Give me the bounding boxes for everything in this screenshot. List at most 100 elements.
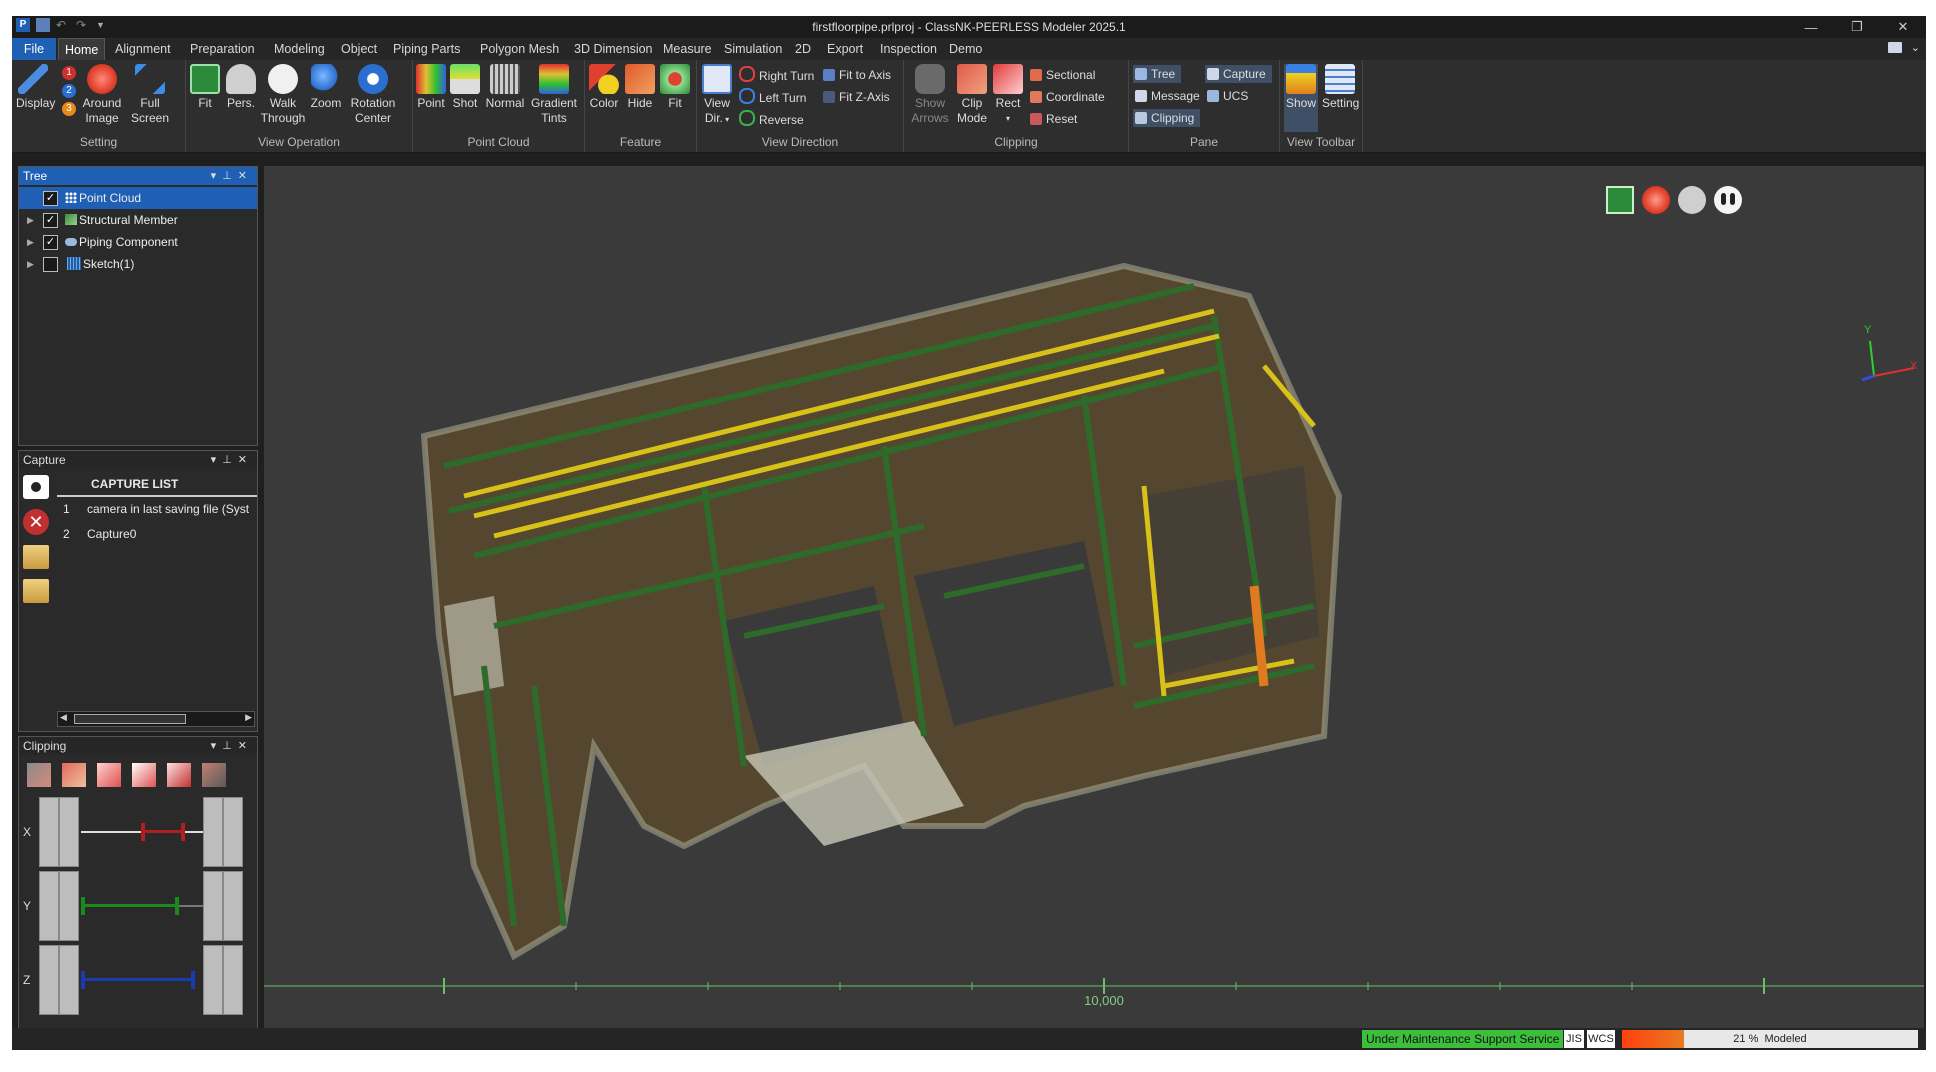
expand-arrow-icon[interactable]: ▶ bbox=[27, 253, 34, 275]
structural-member-checkbox[interactable]: ✓ bbox=[43, 213, 58, 228]
fit-to-axis-button[interactable]: Fit to Axis bbox=[823, 66, 891, 84]
gradient-tints-button[interactable]: Gradient Tints bbox=[529, 64, 579, 126]
tab-piping-parts[interactable]: Piping Parts bbox=[387, 38, 466, 60]
sketch-checkbox[interactable] bbox=[43, 257, 58, 272]
tab-polygon-mesh[interactable]: Polygon Mesh bbox=[474, 38, 565, 60]
x-max-fine-handle[interactable] bbox=[223, 797, 243, 867]
y-max-handle[interactable] bbox=[203, 871, 223, 941]
globe-icon[interactable] bbox=[1642, 186, 1670, 214]
fit-button[interactable]: Fit bbox=[190, 64, 220, 111]
wcs-badge[interactable]: WCS bbox=[1587, 1030, 1615, 1048]
fit-view-icon[interactable] bbox=[1606, 186, 1634, 214]
coordinate-button[interactable]: Coordinate bbox=[1030, 88, 1105, 106]
left-turn-button[interactable]: Left Turn bbox=[739, 88, 806, 106]
reset-button[interactable]: Reset bbox=[1030, 110, 1077, 128]
clip-cube-icon[interactable] bbox=[62, 763, 86, 787]
capture-panel-header[interactable]: Capture ▾⊥✕ bbox=[19, 451, 257, 469]
x-range-marker-max[interactable] bbox=[181, 823, 185, 841]
export-capture-icon[interactable] bbox=[23, 579, 49, 603]
perspective-icon[interactable] bbox=[1678, 186, 1706, 214]
x-min-handle[interactable] bbox=[39, 797, 59, 867]
clipping-panel-header[interactable]: Clipping ▾⊥✕ bbox=[19, 737, 257, 755]
tree-item-point-cloud[interactable]: ✓ Point Cloud bbox=[19, 187, 257, 209]
tab-demo[interactable]: Demo bbox=[943, 38, 988, 60]
preset-1-badge[interactable]: 1 bbox=[62, 66, 76, 80]
preset-2-badge[interactable]: 2 bbox=[62, 84, 76, 98]
point-button[interactable]: Point bbox=[415, 64, 447, 111]
close-icon[interactable]: ✕ bbox=[1880, 16, 1926, 38]
tab-home[interactable]: Home bbox=[58, 38, 106, 61]
import-capture-icon[interactable] bbox=[23, 545, 49, 569]
panel-close-icon[interactable]: ✕ bbox=[238, 454, 253, 466]
reverse-button[interactable]: Reverse bbox=[739, 110, 804, 128]
color-button[interactable]: Color bbox=[587, 64, 621, 111]
clip-outside-icon[interactable] bbox=[132, 763, 156, 787]
x-min-fine-handle[interactable] bbox=[59, 797, 79, 867]
mail-icon[interactable] bbox=[1888, 42, 1902, 53]
pin-icon[interactable]: ⊥ bbox=[222, 454, 238, 466]
toolbar-setting-button[interactable]: Setting bbox=[1322, 64, 1359, 111]
panel-menu-icon[interactable]: ▾ bbox=[211, 740, 223, 752]
pane-clipping-toggle[interactable]: Clipping bbox=[1133, 109, 1201, 127]
z-range-marker-max[interactable] bbox=[191, 971, 195, 989]
tab-modeling[interactable]: Modeling bbox=[268, 38, 331, 60]
tab-2d[interactable]: 2D bbox=[789, 38, 817, 60]
view-direction-button[interactable]: View Dir. ▾ bbox=[701, 64, 733, 127]
clip-section-icon[interactable] bbox=[167, 763, 191, 787]
ribbon-collapse-icon[interactable]: ⌄ bbox=[1911, 41, 1920, 54]
tab-file[interactable]: File bbox=[12, 38, 56, 60]
tab-preparation[interactable]: Preparation bbox=[184, 38, 261, 60]
tab-object[interactable]: Object bbox=[335, 38, 383, 60]
tab-alignment[interactable]: Alignment bbox=[109, 38, 177, 60]
show-arrows-button[interactable]: Show Arrows bbox=[908, 64, 952, 126]
camera-icon[interactable] bbox=[23, 475, 49, 499]
clip-inside-icon[interactable] bbox=[97, 763, 121, 787]
zoom-button[interactable]: Zoom bbox=[308, 64, 344, 111]
full-screen-button[interactable]: Full Screen bbox=[128, 64, 172, 126]
x-max-handle[interactable] bbox=[203, 797, 223, 867]
expand-arrow-icon[interactable]: ▶ bbox=[27, 209, 34, 231]
right-turn-button[interactable]: Right Turn bbox=[739, 66, 814, 84]
tab-export[interactable]: Export bbox=[821, 38, 869, 60]
panel-close-icon[interactable]: ✕ bbox=[238, 740, 253, 752]
restore-icon[interactable]: ❐ bbox=[1834, 16, 1880, 38]
y-min-fine-handle[interactable] bbox=[59, 871, 79, 941]
pin-icon[interactable]: ⊥ bbox=[222, 740, 238, 752]
delete-capture-icon[interactable]: ✕ bbox=[23, 509, 49, 535]
tab-measure[interactable]: Measure bbox=[657, 38, 718, 60]
show-toolbar-button[interactable]: Show bbox=[1284, 64, 1318, 132]
point-cloud-view[interactable] bbox=[264, 166, 1924, 1030]
rect-button[interactable]: Rect ▾ bbox=[992, 64, 1024, 126]
3d-viewport[interactable]: 10,000 Y X bbox=[264, 166, 1924, 1030]
around-image-button[interactable]: Around Image bbox=[82, 64, 122, 126]
y-min-handle[interactable] bbox=[39, 871, 59, 941]
scroll-left-icon[interactable]: ◀ bbox=[60, 712, 67, 723]
pane-tree-toggle[interactable]: Tree bbox=[1133, 65, 1182, 83]
jis-badge[interactable]: JIS bbox=[1564, 1030, 1584, 1048]
panel-menu-icon[interactable]: ▾ bbox=[211, 170, 223, 182]
piping-component-checkbox[interactable]: ✓ bbox=[43, 235, 58, 250]
hide-button[interactable]: Hide bbox=[623, 64, 657, 111]
tree-panel-header[interactable]: Tree ▾⊥✕ bbox=[19, 167, 257, 185]
footprints-icon[interactable] bbox=[1714, 186, 1742, 214]
preset-3-badge[interactable]: 3 bbox=[62, 102, 76, 116]
point-cloud-checkbox[interactable]: ✓ bbox=[43, 191, 58, 206]
shot-button[interactable]: Shot bbox=[449, 64, 481, 111]
pane-capture-toggle[interactable]: Capture bbox=[1205, 65, 1272, 83]
clip-box-icon[interactable] bbox=[27, 763, 51, 787]
feature-fit-button[interactable]: Fit bbox=[659, 64, 691, 111]
tab-simulation[interactable]: Simulation bbox=[718, 38, 788, 60]
pane-ucs-toggle[interactable]: UCS bbox=[1205, 87, 1248, 105]
capture-row[interactable]: 1 camera in last saving file (Syst bbox=[57, 497, 257, 522]
display-button[interactable]: Display bbox=[16, 64, 55, 111]
z-max-fine-handle[interactable] bbox=[223, 945, 243, 1015]
fit-z-axis-button[interactable]: Fit Z-Axis bbox=[823, 88, 890, 106]
scroll-thumb[interactable] bbox=[74, 714, 186, 724]
expand-arrow-icon[interactable]: ▶ bbox=[27, 231, 34, 253]
horizontal-scrollbar[interactable]: ◀ ▶ bbox=[57, 711, 255, 727]
pin-icon[interactable]: ⊥ bbox=[222, 170, 238, 182]
clip-mode-button[interactable]: Clip Mode bbox=[956, 64, 988, 126]
minimize-icon[interactable]: — bbox=[1788, 16, 1834, 38]
y-max-fine-handle[interactable] bbox=[223, 871, 243, 941]
tab-inspection[interactable]: Inspection bbox=[874, 38, 943, 60]
